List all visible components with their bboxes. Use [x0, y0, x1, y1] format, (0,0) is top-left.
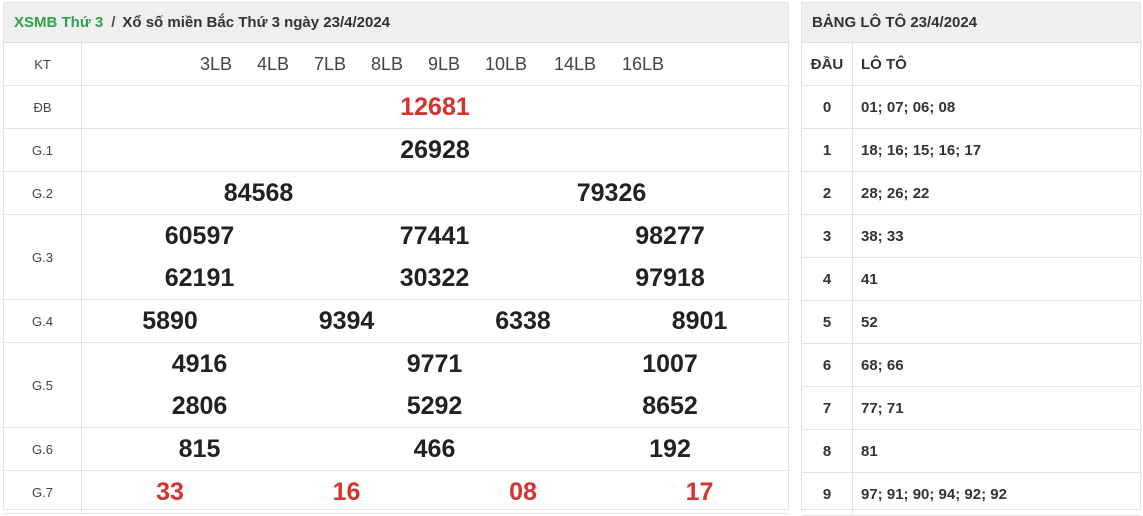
kt-code: 7LB	[314, 53, 347, 74]
row-label-db: ĐB	[4, 85, 82, 129]
row-label-g5: G.5	[4, 342, 82, 428]
loto-row: 4 41	[802, 257, 1140, 301]
loto-dau: 0	[802, 85, 853, 129]
table-row-g3: G.3 60597 77441 98277 62191 30322 97918	[4, 214, 788, 300]
loto-values: 68; 66	[852, 343, 1140, 387]
prize-number: 4916	[171, 349, 228, 378]
kt-code: 3LB	[200, 53, 233, 74]
row-label-g6: G.6	[4, 427, 82, 471]
loto-header-row: ĐẦU LÔ TÔ	[802, 43, 1140, 86]
row-label-g7: G.7	[4, 470, 82, 514]
loto-dau: 9	[802, 472, 853, 516]
kt-code: 10LB	[485, 53, 528, 74]
loto-values: 01; 07; 06; 08	[852, 85, 1140, 129]
prize-number: 5292	[406, 391, 463, 420]
row-label-g1: G.1	[4, 128, 82, 172]
prize-number: 98277	[635, 221, 705, 250]
loto-table: ĐẦU LÔ TÔ 0 01; 07; 06; 08 1 18; 16; 15;…	[802, 43, 1140, 516]
row-label-g4: G.4	[4, 299, 82, 343]
page-title: Xổ số miền Bắc Thứ 3 ngày 23/4/2024	[122, 14, 391, 31]
loto-dau: 5	[802, 300, 853, 344]
kt-code: 16LB	[622, 53, 665, 74]
loto-dau: 4	[802, 257, 853, 301]
loto-values: 41	[852, 257, 1140, 301]
kt-code: 4LB	[257, 53, 290, 74]
loto-values: 77; 71	[852, 386, 1140, 430]
prize-number: 77441	[399, 221, 470, 250]
prize-number: 26928	[400, 135, 470, 164]
prize-number: 97918	[635, 263, 705, 292]
prize-number: 79326	[576, 178, 647, 207]
loto-row: 2 28; 26; 22	[802, 171, 1140, 215]
prize-number: 8901	[671, 306, 728, 335]
row-label-kt: KT	[4, 43, 82, 86]
loto-dau: 7	[802, 386, 853, 430]
loto-row: 7 77; 71	[802, 386, 1140, 430]
prize-number: 1007	[642, 349, 698, 378]
table-row-kt: KT 3LB 4LB 7LB 8LB 9LB 10LB 14LB 16LB	[4, 43, 788, 86]
prize-number: 2806	[171, 391, 228, 420]
loto-values: 28; 26; 22	[852, 171, 1140, 215]
loto-values: 97; 91; 90; 94; 92; 92	[852, 472, 1140, 516]
col-header-loto: LÔ TÔ	[852, 43, 1140, 86]
kt-codes: 3LB 4LB 7LB 8LB 9LB 10LB 14LB 16LB	[82, 54, 788, 75]
prize-number: 30322	[399, 263, 470, 292]
kt-code: 14LB	[554, 53, 597, 74]
col-header-dau: ĐẦU	[802, 43, 853, 86]
table-row-g1: G.1 26928	[4, 128, 788, 172]
loto-row: 0 01; 07; 06; 08	[802, 85, 1140, 129]
prize-number: 815	[178, 434, 221, 463]
table-row-db: ĐB 12681	[4, 85, 788, 129]
prize-number: 16	[332, 477, 361, 506]
prize-number: 84568	[223, 178, 294, 207]
breadcrumb: XSMB Thứ 3 / Xổ số miền Bắc Thứ 3 ngày 2…	[4, 3, 788, 43]
table-row-g2: G.2 84568 79326	[4, 171, 788, 215]
loto-dau: 1	[802, 128, 853, 172]
loto-values: 52	[852, 300, 1140, 344]
loto-values-special: 81	[852, 429, 1140, 473]
loto-row: 5 52	[802, 300, 1140, 344]
prize-number: 8652	[642, 391, 698, 420]
prize-number: 466	[413, 434, 456, 463]
row-label-g2: G.2	[4, 171, 82, 215]
loto-dau: 3	[802, 214, 853, 258]
special-prize-number: 12681	[400, 92, 470, 121]
loto-panel: BẢNG LÔ TÔ 23/4/2024 ĐẦU LÔ TÔ 0 01; 07;…	[801, 2, 1141, 516]
prize-number: 33	[156, 477, 184, 506]
loto-row: 6 68; 66	[802, 343, 1140, 387]
table-row-g5: G.5 4916 9771 1007 2806 5292 8652	[4, 342, 788, 428]
table-row-g4: G.4 5890 9394 6338 8901	[4, 299, 788, 343]
loto-values: 18; 16; 15; 16; 17	[852, 128, 1140, 172]
loto-row: 8 81	[802, 429, 1140, 473]
breadcrumb-link-xsmb-thu-3[interactable]: XSMB Thứ 3	[14, 14, 103, 31]
prize-number: 5890	[142, 306, 198, 335]
prize-number: 192	[649, 434, 691, 463]
row-label-g3: G.3	[4, 214, 82, 300]
results-table: KT 3LB 4LB 7LB 8LB 9LB 10LB 14LB 16LB ĐB…	[4, 43, 788, 514]
breadcrumb-separator: /	[111, 14, 116, 31]
loto-title: BẢNG LÔ TÔ 23/4/2024	[802, 3, 1140, 43]
prize-number: 9394	[318, 306, 375, 335]
prize-number: 60597	[164, 221, 235, 250]
loto-row: 3 38; 33	[802, 214, 1140, 258]
loto-values: 38; 33	[852, 214, 1140, 258]
loto-row: 9 97; 91; 90; 94; 92; 92	[802, 472, 1140, 516]
loto-row: 1 18; 16; 15; 16; 17	[802, 128, 1140, 172]
prize-number: 62191	[164, 263, 235, 292]
prize-number: 9771	[406, 349, 463, 378]
table-row-g6: G.6 815 466 192	[4, 427, 788, 471]
loto-dau: 6	[802, 343, 853, 387]
loto-dau: 8	[802, 429, 853, 473]
results-panel: XSMB Thứ 3 / Xổ số miền Bắc Thứ 3 ngày 2…	[3, 2, 789, 514]
table-row-g7: G.7 33 16 08 17	[4, 470, 788, 514]
kt-code: 9LB	[428, 53, 461, 74]
prize-number: 08	[509, 477, 537, 506]
prize-number: 6338	[495, 306, 551, 335]
kt-code: 8LB	[371, 53, 404, 74]
prize-number: 17	[685, 477, 714, 506]
loto-dau: 2	[802, 171, 853, 215]
